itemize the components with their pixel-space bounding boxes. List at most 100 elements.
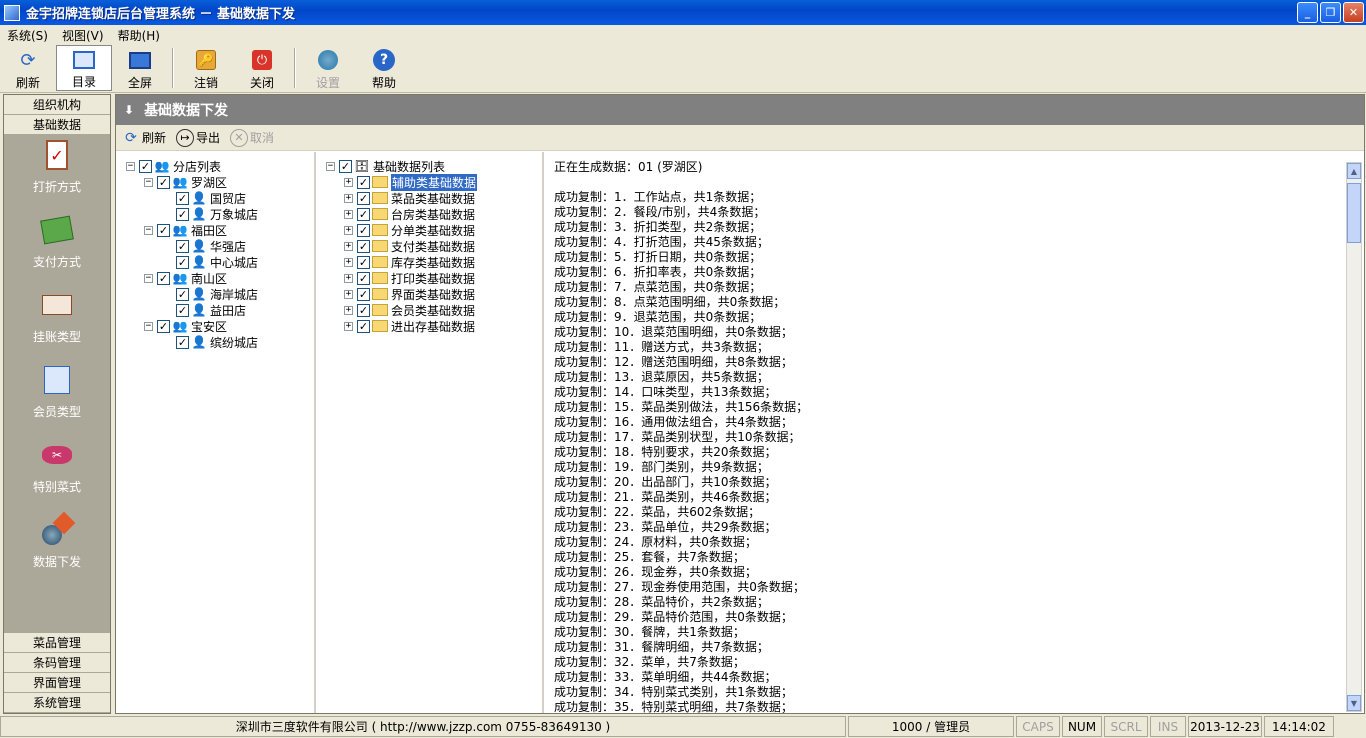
vertical-scrollbar[interactable]: ▲ ▼ [1346, 162, 1362, 712]
checkbox[interactable]: ✓ [176, 191, 189, 205]
nav-item-credit[interactable]: 挂账类型 [4, 286, 110, 361]
scroll-down-icon[interactable]: ▼ [1347, 695, 1361, 711]
logout-button[interactable]: 🔑 注销 [178, 45, 234, 91]
expand-icon[interactable]: + [344, 177, 353, 187]
expand-icon[interactable]: + [344, 209, 353, 219]
collapse-icon[interactable]: − [126, 161, 135, 171]
refresh-button[interactable]: ⟳ 刷新 [0, 45, 56, 91]
tree-data-item[interactable]: + ✓ 辅助类基础数据 [326, 173, 478, 191]
minimize-button[interactable]: _ [1297, 2, 1318, 23]
expand-icon[interactable]: + [344, 225, 353, 235]
settings-button[interactable]: 设置 [300, 45, 356, 91]
nav-tab-barcode[interactable]: 条码管理 [4, 653, 110, 673]
collapse-icon[interactable]: − [144, 273, 153, 283]
tree-data-item[interactable]: + ✓ 界面类基础数据 [326, 286, 477, 302]
checkbox[interactable]: ✓ [157, 223, 170, 237]
tree-data-item[interactable]: + ✓ 分单类基础数据 [326, 222, 477, 238]
tree-store[interactable]: ✓ 👤 缤纷城店 [126, 334, 258, 350]
nav-item-data-send[interactable]: 数据下发 [4, 511, 110, 586]
collapse-icon[interactable]: − [326, 161, 335, 171]
fullscreen-icon [127, 48, 153, 72]
nav-tab-interface[interactable]: 界面管理 [4, 673, 110, 693]
checkbox[interactable]: ✓ [357, 255, 370, 269]
tree-data-item[interactable]: + ✓ 支付类基础数据 [326, 238, 477, 254]
checkbox[interactable]: ✓ [357, 175, 370, 189]
directory-button[interactable]: 目录 [56, 45, 112, 91]
log-line: 成功复制：25．套餐，共7条数据； [554, 550, 745, 564]
fullscreen-button[interactable]: 全屏 [112, 45, 168, 91]
checkbox[interactable]: ✓ [176, 239, 189, 253]
tree-root[interactable]: − ✓ 🗄 基础数据列表 [326, 158, 477, 174]
collapse-icon[interactable]: − [144, 225, 153, 235]
expand-icon[interactable]: + [344, 241, 353, 251]
checkbox[interactable]: ✓ [176, 207, 189, 221]
checkbox[interactable]: ✓ [339, 159, 352, 173]
tree-store[interactable]: ✓ 👤 国贸店 [126, 190, 258, 206]
menu-system[interactable]: 系统(S) [0, 27, 55, 44]
nav-tab-basic-data[interactable]: 基础数据 [4, 115, 110, 135]
status-caps: CAPS [1016, 716, 1060, 737]
tree-root[interactable]: − ✓ 👥 分店列表 [126, 158, 258, 174]
checkbox[interactable]: ✓ [357, 207, 370, 221]
tree-store[interactable]: ✓ 👤 万象城店 [126, 206, 258, 222]
tree-data-item[interactable]: + ✓ 打印类基础数据 [326, 270, 477, 286]
menu-help[interactable]: 帮助(H) [111, 27, 167, 44]
scroll-thumb[interactable] [1347, 183, 1361, 243]
checkbox[interactable]: ✓ [357, 303, 370, 317]
checkbox[interactable]: ✓ [176, 303, 189, 317]
expand-icon[interactable]: + [344, 193, 353, 203]
help-button[interactable]: ? 帮助 [356, 45, 412, 91]
refresh-data-button[interactable]: ⟳ 刷新 [122, 129, 166, 147]
checkbox[interactable]: ✓ [357, 223, 370, 237]
menu-view[interactable]: 视图(V) [55, 27, 111, 44]
log-line: 成功复制：6．折扣率表，共0条数据； [554, 265, 762, 279]
expand-icon[interactable]: + [344, 273, 353, 283]
nav-item-special-dish[interactable]: ✂ 特别菜式 [4, 436, 110, 511]
expand-icon[interactable]: + [344, 289, 353, 299]
checkbox[interactable]: ✓ [357, 271, 370, 285]
tree-data-item[interactable]: + ✓ 进出存基础数据 [326, 318, 477, 334]
tree-store[interactable]: ✓ 👤 华强店 [126, 238, 258, 254]
collapse-icon[interactable]: − [144, 177, 153, 187]
checkbox[interactable]: ✓ [176, 255, 189, 269]
expand-icon[interactable]: + [344, 305, 353, 315]
checkbox[interactable]: ✓ [157, 271, 170, 285]
cancel-button[interactable]: ✕ 取消 [230, 128, 274, 147]
export-button[interactable]: ↦ 导出 [176, 128, 220, 147]
tree-data-item[interactable]: + ✓ 库存类基础数据 [326, 254, 477, 270]
tree-district[interactable]: − ✓ 👥 宝安区 [126, 318, 258, 334]
nav-item-member[interactable]: 会员类型 [4, 361, 110, 436]
close-button[interactable]: ⏻ 关闭 [234, 45, 290, 91]
checkbox[interactable]: ✓ [357, 239, 370, 253]
checkbox[interactable]: ✓ [157, 175, 170, 189]
nav-tab-system[interactable]: 系统管理 [4, 693, 110, 713]
checkbox[interactable]: ✓ [176, 287, 189, 301]
checkbox[interactable]: ✓ [357, 319, 370, 333]
checkbox[interactable]: ✓ [139, 159, 152, 173]
tree-data-item[interactable]: + ✓ 会员类基础数据 [326, 302, 477, 318]
tree-district[interactable]: − ✓ 👥 南山区 [126, 270, 258, 286]
tree-store[interactable]: ✓ 👤 中心城店 [126, 254, 258, 270]
scroll-up-icon[interactable]: ▲ [1347, 163, 1361, 179]
tree-district[interactable]: − ✓ 👥 罗湖区 [126, 174, 258, 190]
close-window-button[interactable]: ✕ [1343, 2, 1364, 23]
checkbox[interactable]: ✓ [357, 191, 370, 205]
nav-tab-organization[interactable]: 组织机构 [4, 95, 110, 115]
expand-icon[interactable]: + [344, 257, 353, 267]
restore-button[interactable]: ❐ [1320, 2, 1341, 23]
nav-item-payment[interactable]: 支付方式 [4, 211, 110, 286]
tree-store[interactable]: ✓ 👤 益田店 [126, 302, 258, 318]
checkbox[interactable]: ✓ [157, 319, 170, 333]
log-line: 正在生成数据：01 (罗湖区) [554, 160, 703, 174]
tree-store[interactable]: ✓ 👤 海岸城店 [126, 286, 258, 302]
checkbox[interactable]: ✓ [176, 335, 189, 349]
log-line: 成功复制：26．现金券，共0条数据； [554, 565, 757, 579]
expand-icon[interactable]: + [344, 321, 353, 331]
nav-tab-dishes[interactable]: 菜品管理 [4, 633, 110, 653]
nav-item-discount[interactable]: ✓ 打折方式 [4, 136, 110, 211]
tree-district[interactable]: − ✓ 👥 福田区 [126, 222, 258, 238]
checkbox[interactable]: ✓ [357, 287, 370, 301]
collapse-icon[interactable]: − [144, 321, 153, 331]
tree-data-item[interactable]: + ✓ 台房类基础数据 [326, 206, 477, 222]
tree-data-item[interactable]: + ✓ 菜品类基础数据 [326, 190, 477, 206]
